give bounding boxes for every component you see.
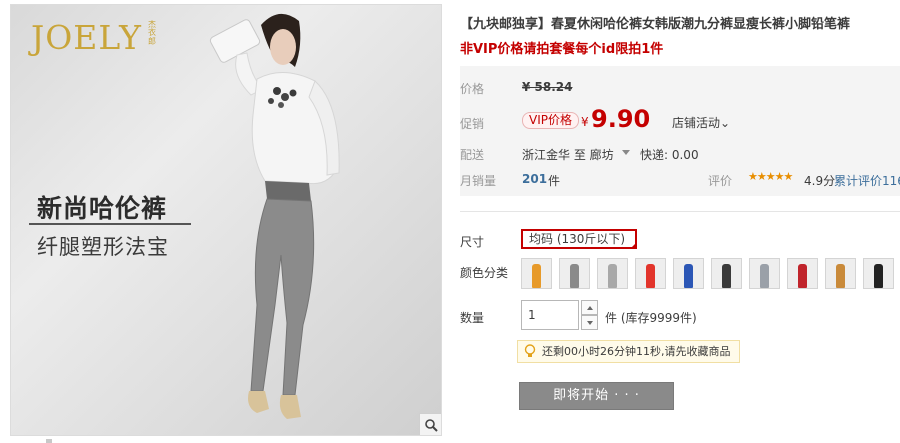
ship-label: 配送 bbox=[460, 148, 485, 162]
slogan-line-1: 新尚哈伦裤 bbox=[37, 194, 168, 223]
currency-symbol: ¥ bbox=[581, 115, 589, 129]
zoom-button[interactable] bbox=[419, 413, 441, 435]
lightbulb-icon bbox=[524, 344, 536, 357]
product-subtitle: 非VIP价格请拍套餐每个id限拍1件 bbox=[460, 42, 664, 57]
ship-fee: 快递: 0.00 bbox=[640, 148, 699, 162]
price-label: 价格 bbox=[460, 82, 485, 96]
chevron-down-icon[interactable] bbox=[622, 150, 630, 155]
reviews-link[interactable]: 累计评价116 bbox=[834, 172, 900, 189]
color-swatch[interactable] bbox=[635, 258, 666, 289]
countdown-text: 还剩00小时26分钟11秒,请先收藏商品 bbox=[542, 345, 731, 358]
buy-button[interactable]: 即将开始 · · · bbox=[519, 382, 674, 410]
color-swatch[interactable] bbox=[597, 258, 628, 289]
quantity-decrease-button[interactable] bbox=[581, 315, 598, 330]
color-swatch[interactable] bbox=[825, 258, 856, 289]
price-box: 价格 ¥ 58.24 促销 VIP价格 ¥ 9.90 店铺活动⌄ 配送 浙江金华… bbox=[460, 66, 900, 196]
color-swatch[interactable] bbox=[749, 258, 780, 289]
swatch-thumbnail bbox=[722, 264, 731, 288]
color-swatch[interactable] bbox=[711, 258, 742, 289]
section-divider bbox=[460, 211, 900, 212]
size-option-selected[interactable]: 均码 (130斤以下) bbox=[521, 229, 637, 249]
magnifier-icon bbox=[424, 418, 438, 432]
promo-price: 9.90 bbox=[591, 105, 651, 133]
color-swatch[interactable] bbox=[787, 258, 818, 289]
rating-score: 4.9分 bbox=[804, 174, 836, 188]
quantity-label: 数量 bbox=[460, 311, 485, 325]
sold-label: 月销量 bbox=[460, 174, 497, 188]
product-main-image[interactable]: JOELY 杰衣郎 新尚哈伦裤 纤腿塑形法宝 bbox=[10, 4, 442, 436]
color-swatch[interactable] bbox=[521, 258, 552, 289]
quantity-input[interactable] bbox=[521, 300, 579, 330]
swatch-thumbnail bbox=[760, 264, 769, 288]
product-title: 【九块邮独享】春夏休闲哈伦裤女韩版潮九分裤显瘦长裤小脚铅笔裤 bbox=[460, 17, 851, 32]
model-photo bbox=[209, 13, 340, 419]
swatch-thumbnail bbox=[646, 264, 655, 288]
sold-unit: 件 bbox=[548, 174, 561, 188]
ship-route[interactable]: 浙江金华 至 廊坊 bbox=[522, 146, 614, 163]
arrow-up-icon bbox=[586, 305, 593, 310]
arrow-down-icon bbox=[586, 320, 593, 325]
color-swatch[interactable] bbox=[559, 258, 590, 289]
size-label: 尺寸 bbox=[460, 235, 485, 249]
rating-stars: ★★★★★ bbox=[748, 170, 793, 183]
slogan-line-2: 纤腿塑形法宝 bbox=[37, 235, 169, 259]
swatch-thumbnail bbox=[608, 264, 617, 288]
color-swatch[interactable] bbox=[673, 258, 704, 289]
color-swatch[interactable] bbox=[863, 258, 894, 289]
swatch-thumbnail bbox=[798, 264, 807, 288]
brand-name: JOELY bbox=[31, 18, 142, 57]
page-edge-marker bbox=[46, 439, 52, 443]
color-label: 颜色分类 bbox=[460, 266, 509, 280]
slogan-divider bbox=[29, 223, 191, 225]
vip-price-tag: VIP价格 bbox=[522, 112, 579, 129]
color-swatch-list bbox=[521, 258, 894, 289]
brand-logo: JOELY 杰衣郎 bbox=[31, 18, 159, 57]
swatch-thumbnail bbox=[836, 264, 845, 288]
rating-label: 评价 bbox=[708, 174, 733, 188]
sold-count: 201 bbox=[522, 172, 548, 186]
countdown-tip: 还剩00小时26分钟11秒,请先收藏商品 bbox=[517, 340, 740, 363]
product-page: JOELY 杰衣郎 新尚哈伦裤 纤腿塑形法宝 【九块邮独享】春夏休闲哈伦裤女韩版… bbox=[0, 0, 900, 443]
promo-label: 促销 bbox=[460, 117, 485, 131]
swatch-thumbnail bbox=[684, 264, 693, 288]
brand-cn: 杰衣郎 bbox=[147, 20, 156, 46]
original-price: ¥ 58.24 bbox=[522, 80, 573, 94]
swatch-thumbnail bbox=[874, 264, 883, 288]
quantity-increase-button[interactable] bbox=[581, 300, 598, 315]
stock-info: 件 (库存9999件) bbox=[605, 311, 697, 325]
swatch-thumbnail bbox=[570, 264, 579, 288]
shop-promotion-link[interactable]: 店铺活动⌄ bbox=[672, 114, 730, 131]
swatch-thumbnail bbox=[532, 264, 541, 288]
